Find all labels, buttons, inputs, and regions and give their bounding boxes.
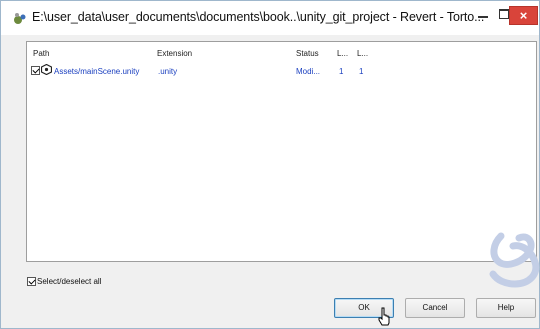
file-list[interactable]: Path Extension Status L... L... Assets/m… xyxy=(26,41,540,288)
window-title: E:\user_data\user_documents\documents\bo… xyxy=(32,10,485,24)
title-bar[interactable]: E:\user_data\user_documents\documents\bo… xyxy=(1,1,539,35)
row-lines-removed: 1 xyxy=(359,67,364,76)
revert-dialog: E:\user_data\user_documents\documents\bo… xyxy=(0,0,540,329)
column-header-extension[interactable]: Extension xyxy=(157,49,192,58)
column-header-lines-1[interactable]: L... xyxy=(337,49,348,58)
row-lines-added: 1 xyxy=(339,67,344,76)
column-header-lines-2[interactable]: L... xyxy=(357,49,368,58)
row-status: Modi... xyxy=(296,67,321,76)
tortoise-watermark-icon xyxy=(489,232,540,288)
column-header-status[interactable]: Status xyxy=(296,49,319,58)
cancel-button[interactable]: Cancel xyxy=(405,298,465,318)
select-all-checkbox[interactable] xyxy=(27,277,36,286)
close-icon: × xyxy=(519,8,528,23)
row-extension: .unity xyxy=(158,67,178,76)
mouse-cursor-icon xyxy=(378,307,390,326)
unity-icon xyxy=(41,64,52,75)
help-button[interactable]: Help xyxy=(476,298,536,318)
tortoise-app-icon xyxy=(14,13,26,24)
select-all-label[interactable]: Select/deselect all xyxy=(37,277,101,286)
column-header-path[interactable]: Path xyxy=(33,49,49,58)
close-button[interactable]: × xyxy=(509,6,538,25)
row-checkbox[interactable] xyxy=(31,66,40,75)
row-path[interactable]: Assets/mainScene.unity xyxy=(54,67,139,76)
